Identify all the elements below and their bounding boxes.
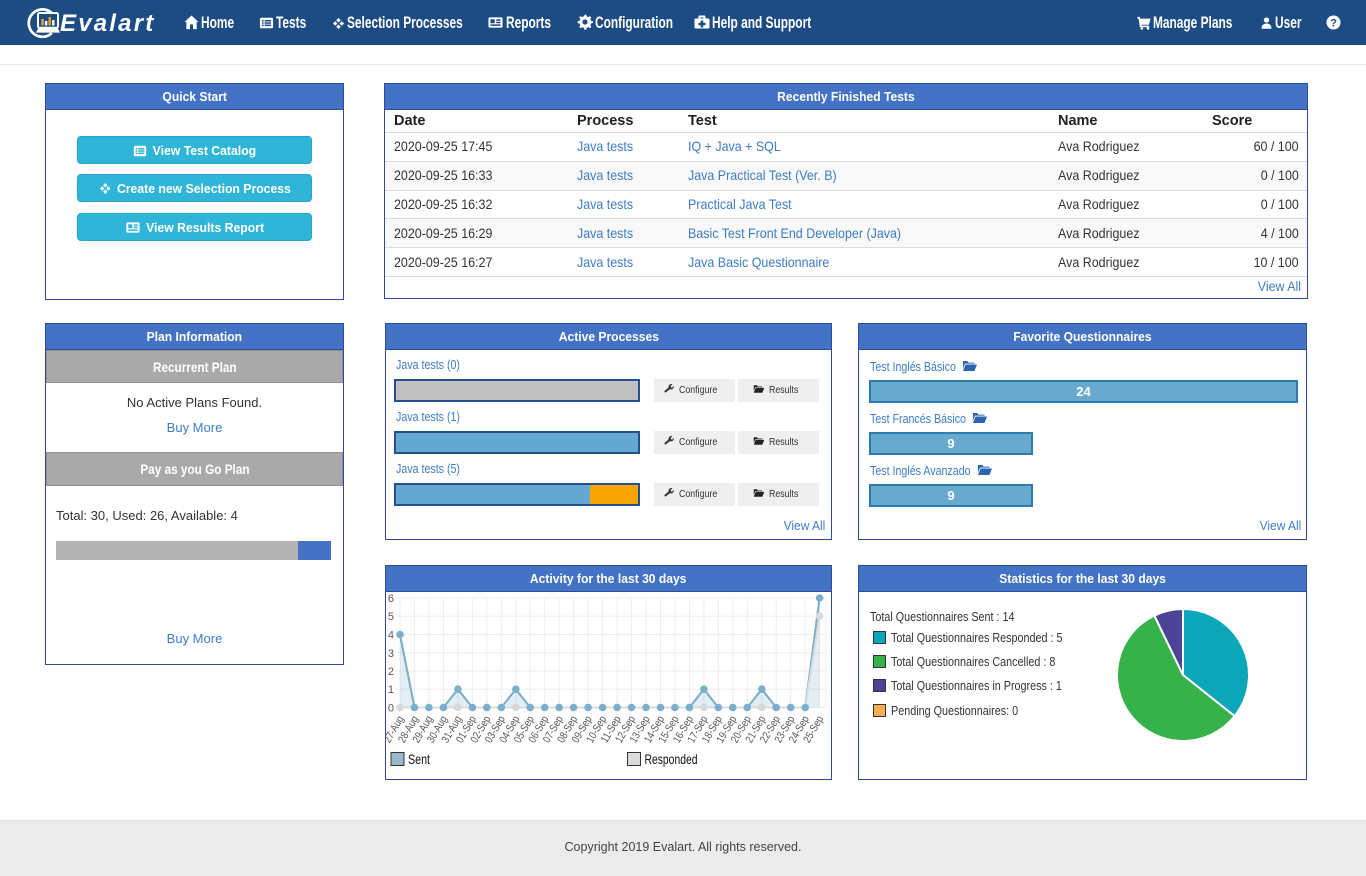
svg-text:1: 1 [388,684,394,696]
svg-text:Sent: Sent [408,751,430,767]
svg-text:Evalart: Evalart [60,10,155,37]
svg-text:4: 4 [388,630,394,642]
svg-text:3: 3 [388,648,394,660]
svg-text:6: 6 [388,593,394,605]
svg-text:0: 0 [388,703,394,715]
svg-text:2: 2 [388,666,394,678]
svg-text:Responded: Responded [645,751,698,767]
svg-text:?: ? [1330,17,1337,29]
svg-text:5: 5 [388,611,394,623]
